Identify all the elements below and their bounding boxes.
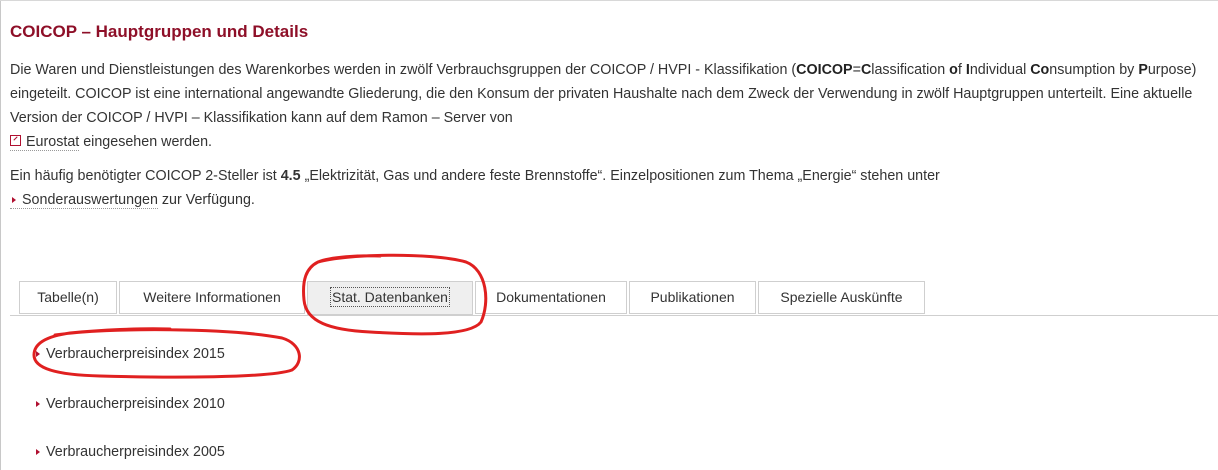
intro-bold-3: o [949,62,958,78]
tab-stat-datenbanken-label: Stat. Datenbanken [330,287,450,307]
caret-right-icon [36,448,40,455]
main-content: COICOP – Hauptgruppen und Details Die Wa… [10,20,1210,212]
caret-right-icon [12,196,16,203]
content-frame-top [0,0,1218,1]
hint-text-3: zur Verfügung. [157,192,255,208]
sonderauswertungen-link[interactable]: Sonderauswertungen [10,192,158,209]
intro-paragraph: Die Waren und Dienstleistungen des Waren… [10,58,1210,154]
list-item-vpi-2010[interactable]: Verbraucherpreisindex 2010 [36,394,225,414]
tab-dokumentationen-label: Dokumentationen [496,289,606,305]
list-item-label: Verbraucherpreisindex 2015 [46,346,225,362]
tab-publikationen-label: Publikationen [650,289,735,305]
tab-dokumentationen[interactable]: Dokumentationen [475,281,627,314]
tab-tabellen[interactable]: Tabelle(n) [19,281,117,314]
tab-spezielle-auskuenfte[interactable]: Spezielle Auskünfte [758,281,925,314]
intro-bold-6: P [1138,62,1148,78]
hint-text-1: Ein häufig benötigter COICOP 2-Steller i… [10,168,281,184]
list-item-label: Verbraucherpreisindex 2005 [46,444,225,460]
caret-right-icon [36,350,40,357]
hint-text-2: „Elektrizität, Gas und andere feste Bren… [300,168,940,184]
intro-bold-2: C [860,62,872,78]
intro-text-2: = [852,62,861,78]
tab-bar: Tabelle(n) Weitere Informationen Stat. D… [10,281,1218,316]
external-link-icon [10,135,21,146]
intro-text-1: Die Waren und Dienstleistungen des Waren… [10,62,797,78]
list-item-vpi-2015[interactable]: Verbraucherpreisindex 2015 [36,344,225,364]
hint-bold: 4.5 [280,168,301,184]
eurostat-link[interactable]: Eurostat [10,134,80,151]
list-item-vpi-2005[interactable]: Verbraucherpreisindex 2005 [36,442,225,462]
tab-weitere-informationen-label: Weitere Informationen [143,289,281,305]
tab-publikationen[interactable]: Publikationen [629,281,756,314]
intro-bold-1: COICOP [796,62,853,78]
eurostat-link-label: Eurostat [26,134,80,150]
tab-stat-datenbanken[interactable]: Stat. Datenbanken [307,281,473,315]
intro-text-5: ndividual [969,62,1031,78]
caret-right-icon [36,400,40,407]
hint-paragraph: Ein häufig benötigter COICOP 2-Steller i… [10,164,1210,212]
tab-weitere-informationen[interactable]: Weitere Informationen [119,281,305,314]
intro-bold-5: Co [1030,62,1050,78]
content-frame-left [0,0,1,470]
intro-text-4: f [957,62,962,78]
intro-text-3: lassification [871,62,950,78]
intro-text-6: nsumption by [1049,62,1139,78]
sonderauswertungen-link-label: Sonderauswertungen [22,192,158,208]
page-title: COICOP – Hauptgruppen und Details [10,22,309,41]
list-item-label: Verbraucherpreisindex 2010 [46,396,225,412]
tab-tabellen-label: Tabelle(n) [37,289,99,305]
tab-spezielle-auskuenfte-label: Spezielle Auskünfte [780,289,903,305]
intro-text-8: eingesehen werden. [79,134,212,150]
